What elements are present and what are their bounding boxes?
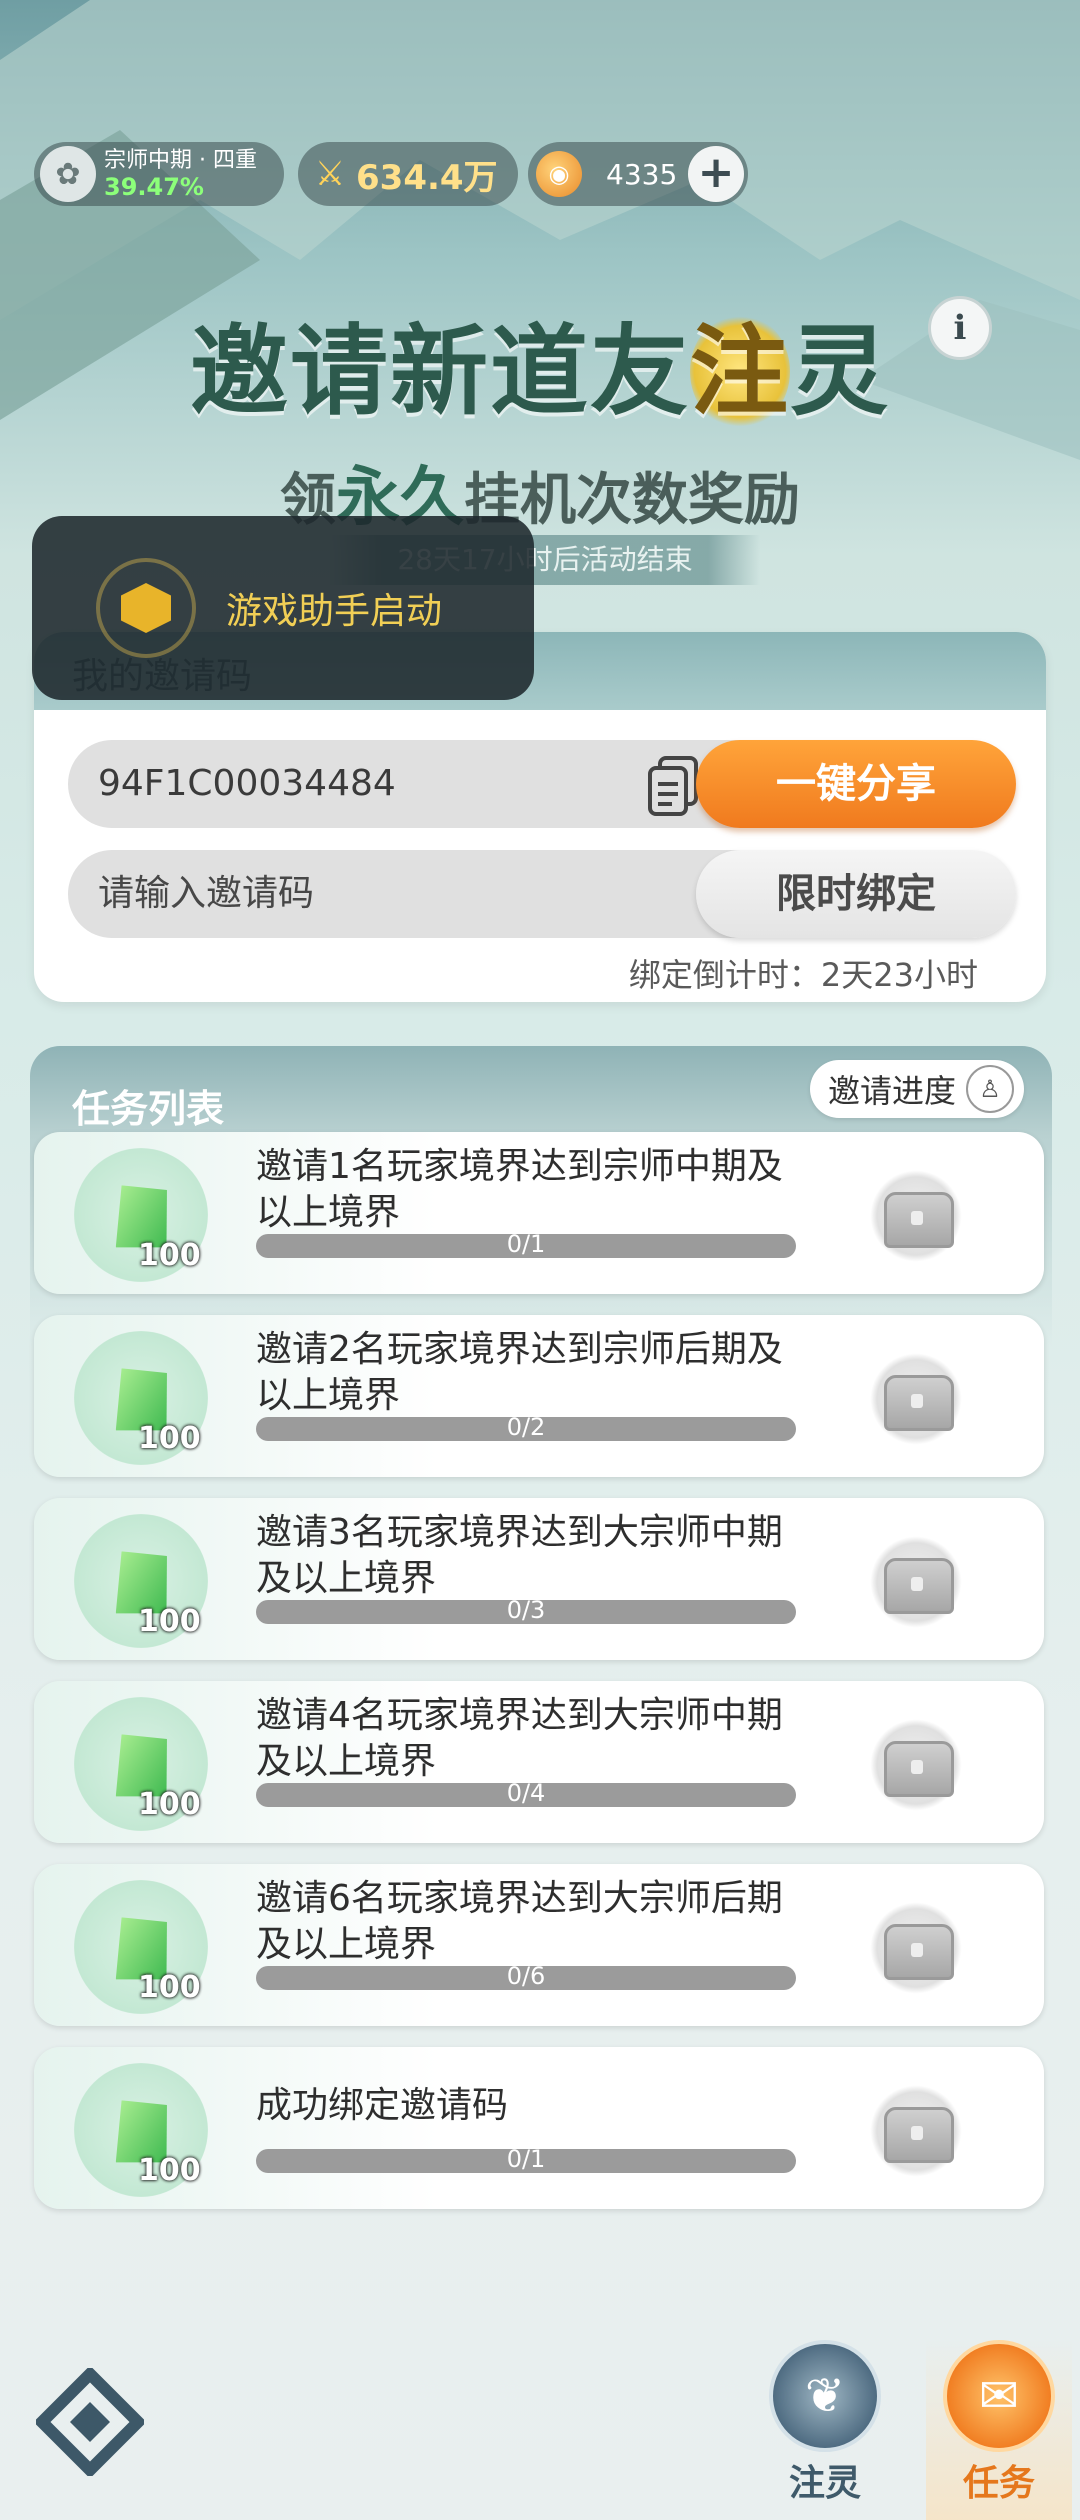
treasure-chest-icon[interactable] bbox=[870, 1719, 962, 1811]
task-progress-bar: 0/1 bbox=[256, 2145, 796, 2173]
task-progress-text: 0/6 bbox=[506, 1962, 546, 1990]
rank-name: 宗师中期 · 四重 bbox=[104, 148, 257, 173]
task-description: 邀请6名玩家境界达到大宗师后期及以上境界 bbox=[256, 1878, 783, 1965]
add-spirit-stone-button[interactable]: + bbox=[688, 146, 744, 202]
task-progress-text: 0/4 bbox=[506, 1779, 546, 1807]
task-progress-bar: 0/4 bbox=[256, 1779, 796, 1807]
jade-reward-icon: 100 bbox=[74, 1331, 208, 1465]
task-row: 100 邀请4名玩家境界达到大宗师中期及以上境界 0/4 bbox=[34, 1681, 1044, 1843]
power-value: 634.4万 bbox=[356, 157, 498, 198]
user-add-icon: ♙ bbox=[966, 1065, 1015, 1113]
my-invite-code: 94F1C00034484 bbox=[98, 763, 396, 804]
nav-zhuling-tab[interactable]: ❦ 注灵 bbox=[760, 2340, 890, 2506]
spirit-stone-value: 4335 bbox=[606, 157, 678, 191]
spirit-stone-pill[interactable]: ◉ 4335 + bbox=[528, 142, 748, 206]
invite-progress-label: 邀请进度 bbox=[828, 1072, 957, 1110]
treasure-chest-icon[interactable] bbox=[870, 1536, 962, 1628]
invite-progress-button[interactable]: 邀请进度 ♙ bbox=[810, 1060, 1024, 1118]
task-progress-bar: 0/2 bbox=[256, 1413, 796, 1441]
task-progress-bar: 0/6 bbox=[256, 1962, 796, 1990]
title-part: 邀请新道友 bbox=[189, 314, 690, 429]
task-progress-bar: 0/1 bbox=[256, 1230, 796, 1258]
treasure-chest-icon[interactable] bbox=[870, 1902, 962, 1994]
spirit-stone-icon: ◉ bbox=[536, 151, 582, 197]
task-description: 成功绑定邀请码 bbox=[256, 2085, 509, 2126]
nav-task-label: 任务 bbox=[962, 2463, 1035, 2504]
menu-logo-icon[interactable] bbox=[36, 2368, 144, 2476]
info-button[interactable]: i bbox=[928, 296, 992, 360]
copy-icon[interactable] bbox=[646, 754, 702, 818]
nav-task-tab[interactable]: ✉ 任务 bbox=[926, 2340, 1072, 2520]
jade-reward-icon: 100 bbox=[74, 1697, 208, 1831]
task-progress-bar: 0/3 bbox=[256, 1596, 796, 1624]
title-part: 灵 bbox=[790, 314, 891, 429]
jade-reward-icon: 100 bbox=[74, 2063, 208, 2197]
invite-code-placeholder: 请输入邀请码 bbox=[98, 873, 315, 914]
task-panel: 任务列表 邀请进度 ♙ 100 邀请1名玩家境界达到宗师中期及以上境界 0/1 … bbox=[30, 1046, 1052, 2226]
jade-reward-icon: 100 bbox=[74, 1514, 208, 1648]
assistant-cube-icon bbox=[96, 558, 196, 658]
page-title: 邀请新道友注灵 bbox=[150, 292, 930, 434]
limited-bind-button[interactable]: 限时绑定 bbox=[696, 850, 1016, 938]
task-row: 100 邀请3名玩家境界达到大宗师中期及以上境界 0/3 bbox=[34, 1498, 1044, 1660]
jade-reward-icon: 100 bbox=[74, 1880, 208, 2014]
reward-count: 100 bbox=[138, 1787, 201, 1822]
leaf-icon: ❦ bbox=[769, 2340, 881, 2452]
task-description: 邀请2名玩家境界达到宗师后期及以上境界 bbox=[256, 1329, 783, 1416]
task-row: 100 邀请1名玩家境界达到宗师中期及以上境界 0/1 bbox=[34, 1132, 1044, 1294]
crossed-swords-icon: ⚔ bbox=[314, 154, 346, 194]
bind-countdown: 绑定倒计时：2天23小时 bbox=[628, 956, 978, 994]
task-description: 邀请4名玩家境界达到大宗师中期及以上境界 bbox=[256, 1695, 783, 1782]
reward-count: 100 bbox=[138, 1421, 201, 1456]
reward-count: 100 bbox=[138, 1238, 201, 1273]
rank-avatar-icon: ✿ bbox=[40, 146, 96, 202]
task-progress-text: 0/3 bbox=[506, 1596, 546, 1624]
nav-zhuling-label: 注灵 bbox=[788, 2463, 861, 2504]
reward-count: 100 bbox=[138, 1970, 201, 2005]
reward-count: 100 bbox=[138, 2153, 201, 2188]
title-highlight: 注 bbox=[689, 314, 790, 429]
task-progress-text: 0/1 bbox=[506, 2145, 546, 2173]
task-list-title: 任务列表 bbox=[72, 1087, 225, 1131]
toast-text: 游戏助手启动 bbox=[226, 591, 443, 632]
treasure-chest-icon[interactable] bbox=[870, 1353, 962, 1445]
one-click-share-button[interactable]: 一键分享 bbox=[696, 740, 1016, 828]
task-description: 邀请3名玩家境界达到大宗师中期及以上境界 bbox=[256, 1512, 783, 1599]
task-row: 100 成功绑定邀请码 0/1 bbox=[34, 2047, 1044, 2209]
power-pill[interactable]: ⚔ 634.4万 bbox=[298, 142, 518, 206]
jade-reward-icon: 100 bbox=[74, 1148, 208, 1282]
scroll-icon: ✉ bbox=[943, 2340, 1055, 2452]
task-description: 邀请1名玩家境界达到宗师中期及以上境界 bbox=[256, 1146, 783, 1233]
rank-percent: 39.47% bbox=[104, 173, 204, 201]
task-progress-text: 0/2 bbox=[506, 1413, 546, 1441]
task-row: 100 邀请2名玩家境界达到宗师后期及以上境界 0/2 bbox=[34, 1315, 1044, 1477]
assistant-toast: 游戏助手启动 bbox=[32, 516, 534, 700]
task-row: 100 邀请6名玩家境界达到大宗师后期及以上境界 0/6 bbox=[34, 1864, 1044, 2026]
task-progress-text: 0/1 bbox=[506, 1230, 546, 1258]
treasure-chest-icon[interactable] bbox=[870, 1170, 962, 1262]
treasure-chest-icon[interactable] bbox=[870, 2085, 962, 2177]
reward-count: 100 bbox=[138, 1604, 201, 1639]
rank-pill[interactable]: ✿ 宗师中期 · 四重 39.47% bbox=[34, 142, 284, 206]
